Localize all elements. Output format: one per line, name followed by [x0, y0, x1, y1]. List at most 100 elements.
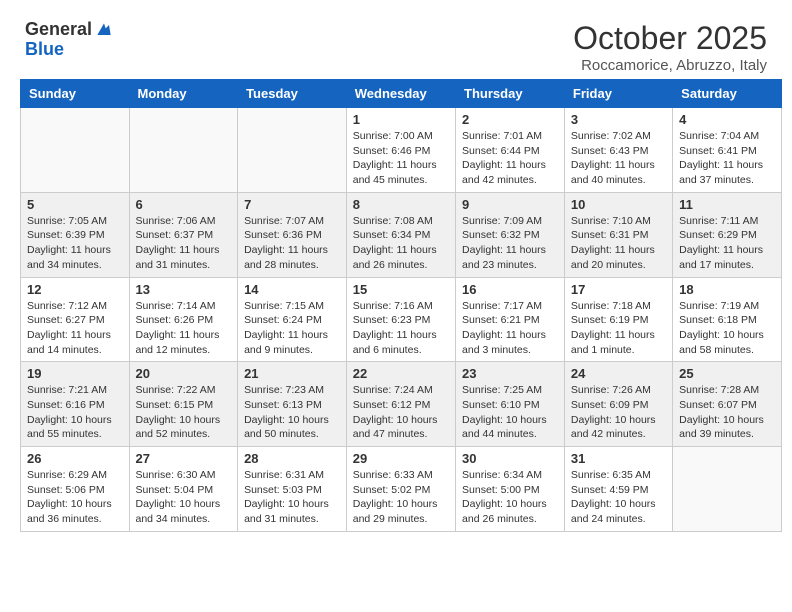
title-block: October 2025 Roccamorice, Abruzzo, Italy: [573, 20, 767, 74]
day-number: 13: [136, 282, 232, 297]
calendar-cell: 26Sunrise: 6:29 AMSunset: 5:06 PMDayligh…: [21, 447, 130, 532]
day-number: 28: [244, 451, 340, 466]
day-info: Sunrise: 7:16 AMSunset: 6:23 PMDaylight:…: [353, 299, 449, 358]
calendar-cell: 30 Sunrise: 6:34 AMSunset: 5:00 PMDayligh…: [456, 447, 565, 532]
weekday-header: Wednesday: [346, 80, 455, 108]
calendar-cell: 24Sunrise: 7:26 AMSunset: 6:09 PMDayligh…: [564, 362, 672, 447]
day-info: Sunrise: 6:35 AMSunset: 4:59 PMDaylight:…: [571, 468, 666, 527]
calendar-cell: 1Sunrise: 7:00 AMSunset: 6:46 PMDaylight…: [346, 108, 455, 193]
day-info: Sunrise: 7:15 AMSunset: 6:24 PMDaylight:…: [244, 299, 340, 358]
day-info: Sunrise: 7:19 AMSunset: 6:18 PMDaylight:…: [679, 299, 775, 358]
calendar-cell: 25Sunrise: 7:28 AMSunset: 6:07 PMDayligh…: [673, 362, 782, 447]
day-number: 26: [27, 451, 123, 466]
calendar-cell: 15 Sunrise: 7:16 AMSunset: 6:23 PMDayligh…: [346, 277, 455, 362]
day-number: 20: [136, 366, 232, 381]
weekday-header: Saturday: [673, 80, 782, 108]
weekday-header: Thursday: [456, 80, 565, 108]
day-number: 11: [679, 197, 775, 212]
day-number: 10: [571, 197, 666, 212]
calendar-cell: 28 Sunrise: 6:31 AMSunset: 5:03 PMDayligh…: [238, 447, 347, 532]
calendar-cell: 4 Sunrise: 7:04 AMSunset: 6:41 PMDaylight…: [673, 108, 782, 193]
day-info: Sunrise: 7:06 AMSunset: 6:37 PMDaylight:…: [136, 214, 232, 273]
weekday-header: Monday: [129, 80, 238, 108]
calendar-cell: 2Sunrise: 7:01 AMSunset: 6:44 PMDaylight…: [456, 108, 565, 193]
day-info: Sunrise: 7:11 AMSunset: 6:29 PMDaylight:…: [679, 214, 775, 273]
calendar-cell: 10 Sunrise: 7:10 AMSunset: 6:31 PMDayligh…: [564, 192, 672, 277]
day-info: Sunrise: 6:34 AMSunset: 5:00 PMDaylight:…: [462, 468, 558, 527]
day-info: Sunrise: 7:09 AMSunset: 6:32 PMDaylight:…: [462, 214, 558, 273]
calendar-cell: 21Sunrise: 7:23 AMSunset: 6:13 PMDayligh…: [238, 362, 347, 447]
day-info: Sunrise: 7:00 AMSunset: 6:46 PMDaylight:…: [353, 129, 449, 188]
calendar-cell: 5Sunrise: 7:05 AMSunset: 6:39 PMDaylight…: [21, 192, 130, 277]
day-info: Sunrise: 7:23 AMSunset: 6:13 PMDaylight:…: [244, 383, 340, 442]
day-info: Sunrise: 7:17 AMSunset: 6:21 PMDaylight:…: [462, 299, 558, 358]
day-info: Sunrise: 7:26 AMSunset: 6:09 PMDaylight:…: [571, 383, 666, 442]
calendar-cell: 8 Sunrise: 7:08 AMSunset: 6:34 PMDaylight…: [346, 192, 455, 277]
calendar-cell: 20 Sunrise: 7:22 AMSunset: 6:15 PMDayligh…: [129, 362, 238, 447]
day-info: Sunrise: 7:18 AMSunset: 6:19 PMDaylight:…: [571, 299, 666, 358]
page-header: General Blue October 2025 Roccamorice, A…: [10, 10, 782, 79]
day-number: 3: [571, 112, 666, 127]
logo-general: General: [25, 20, 92, 40]
day-number: 17: [571, 282, 666, 297]
day-info: Sunrise: 7:12 AMSunset: 6:27 PMDaylight:…: [27, 299, 123, 358]
calendar-cell: [129, 108, 238, 193]
day-info: Sunrise: 7:02 AMSunset: 6:43 PMDaylight:…: [571, 129, 666, 188]
calendar-table: SundayMondayTuesdayWednesdayThursdayFrid…: [20, 79, 782, 532]
day-number: 14: [244, 282, 340, 297]
day-number: 31: [571, 451, 666, 466]
day-number: 12: [27, 282, 123, 297]
day-number: 9: [462, 197, 558, 212]
calendar-cell: 27 Sunrise: 6:30 AMSunset: 5:04 PMDayligh…: [129, 447, 238, 532]
calendar-cell: 16 Sunrise: 7:17 AMSunset: 6:21 PMDayligh…: [456, 277, 565, 362]
calendar-cell: 19Sunrise: 7:21 AMSunset: 6:16 PMDayligh…: [21, 362, 130, 447]
calendar-cell: [238, 108, 347, 193]
day-number: 23: [462, 366, 558, 381]
day-number: 16: [462, 282, 558, 297]
calendar-cell: 9 Sunrise: 7:09 AMSunset: 6:32 PMDaylight…: [456, 192, 565, 277]
logo-blue: Blue: [25, 39, 64, 59]
day-number: 29: [353, 451, 449, 466]
calendar-cell: 29 Sunrise: 6:33 AMSunset: 5:02 PMDayligh…: [346, 447, 455, 532]
day-info: Sunrise: 7:14 AMSunset: 6:26 PMDaylight:…: [136, 299, 232, 358]
calendar-cell: 17 Sunrise: 7:18 AMSunset: 6:19 PMDayligh…: [564, 277, 672, 362]
calendar-cell: 11 Sunrise: 7:11 AMSunset: 6:29 PMDayligh…: [673, 192, 782, 277]
location: Roccamorice, Abruzzo, Italy: [573, 57, 767, 74]
day-number: 7: [244, 197, 340, 212]
calendar-cell: [21, 108, 130, 193]
calendar-cell: 12 Sunrise: 7:12 AMSunset: 6:27 PMDayligh…: [21, 277, 130, 362]
calendar-cell: 22 Sunrise: 7:24 AMSunset: 6:12 PMDayligh…: [346, 362, 455, 447]
calendar-cell: 7 Sunrise: 7:07 AMSunset: 6:36 PMDaylight…: [238, 192, 347, 277]
month-title: October 2025: [573, 20, 767, 57]
day-info: Sunrise: 7:10 AMSunset: 6:31 PMDaylight:…: [571, 214, 666, 273]
day-info: Sunrise: 7:04 AMSunset: 6:41 PMDaylight:…: [679, 129, 775, 188]
calendar-cell: 18 Sunrise: 7:19 AMSunset: 6:18 PMDayligh…: [673, 277, 782, 362]
day-info: Sunrise: 7:07 AMSunset: 6:36 PMDaylight:…: [244, 214, 340, 273]
day-number: 5: [27, 197, 123, 212]
calendar-cell: 14 Sunrise: 7:15 AMSunset: 6:24 PMDayligh…: [238, 277, 347, 362]
calendar-cell: [673, 447, 782, 532]
day-number: 8: [353, 197, 449, 212]
day-number: 25: [679, 366, 775, 381]
logo-icon: [94, 20, 114, 40]
weekday-header: Tuesday: [238, 80, 347, 108]
day-info: Sunrise: 6:30 AMSunset: 5:04 PMDaylight:…: [136, 468, 232, 527]
calendar-cell: 6 Sunrise: 7:06 AMSunset: 6:37 PMDaylight…: [129, 192, 238, 277]
day-info: Sunrise: 6:33 AMSunset: 5:02 PMDaylight:…: [353, 468, 449, 527]
day-info: Sunrise: 6:31 AMSunset: 5:03 PMDaylight:…: [244, 468, 340, 527]
day-number: 27: [136, 451, 232, 466]
calendar-cell: 13 Sunrise: 7:14 AMSunset: 6:26 PMDayligh…: [129, 277, 238, 362]
day-info: Sunrise: 7:24 AMSunset: 6:12 PMDaylight:…: [353, 383, 449, 442]
day-number: 19: [27, 366, 123, 381]
day-number: 30: [462, 451, 558, 466]
calendar-cell: 31 Sunrise: 6:35 AMSunset: 4:59 PMDayligh…: [564, 447, 672, 532]
calendar-cell: 3 Sunrise: 7:02 AMSunset: 6:43 PMDaylight…: [564, 108, 672, 193]
day-number: 22: [353, 366, 449, 381]
day-number: 18: [679, 282, 775, 297]
day-number: 15: [353, 282, 449, 297]
day-number: 6: [136, 197, 232, 212]
day-info: Sunrise: 7:08 AMSunset: 6:34 PMDaylight:…: [353, 214, 449, 273]
day-number: 4: [679, 112, 775, 127]
day-info: Sunrise: 7:25 AMSunset: 6:10 PMDaylight:…: [462, 383, 558, 442]
day-info: Sunrise: 7:22 AMSunset: 6:15 PMDaylight:…: [136, 383, 232, 442]
